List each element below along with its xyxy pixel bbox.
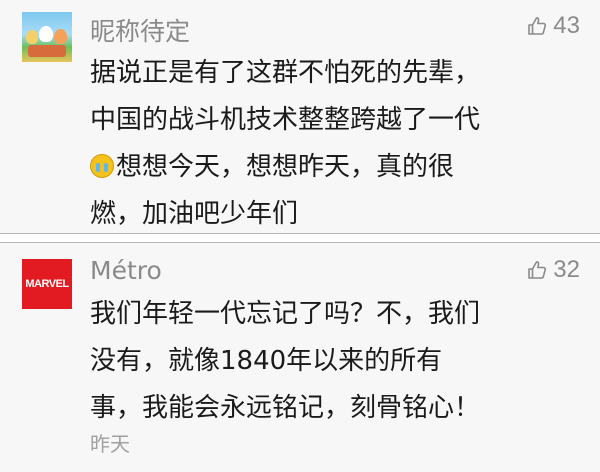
comment-line: 中国的战斗机技术整整跨越了一代 (90, 105, 481, 135)
like-count: 32 (553, 256, 580, 283)
comment-line: 没有，就像1840年以来的所有 (90, 346, 443, 376)
cartoon-avatar-icon (22, 12, 72, 62)
avatar[interactable]: MARVEL (22, 259, 72, 309)
comment-text: 我们年轻一代忘记了吗？不，我们 没有，就像1840年以来的所有 事，我能会永远铭… (90, 291, 580, 432)
thumbs-up-icon (528, 261, 547, 279)
crying-face-emoji (90, 154, 114, 178)
like-count: 43 (553, 12, 580, 39)
thumbs-up-icon (528, 17, 547, 35)
comment-card: 昵称待定 43 据说正是有了这群不怕死的先辈， 中国的战斗机技术整整跨越了一代 … (0, 0, 600, 234)
comment-text: 据说正是有了这群不怕死的先辈， 中国的战斗机技术整整跨越了一代 想想今天，想想昨… (90, 50, 580, 238)
comment-line: 想想今天，想想昨天，真的很 (90, 144, 580, 191)
comment-line: 我们年轻一代忘记了吗？不，我们 (90, 299, 481, 329)
comment-line-text: 想想今天，想想昨天，真的很 (116, 152, 455, 182)
username[interactable]: Métro (90, 256, 162, 285)
comment-line: 事，我能会永远铭记，刻骨铭心！ (90, 393, 481, 423)
avatar[interactable] (22, 12, 72, 62)
like-button[interactable]: 43 (527, 12, 580, 40)
username[interactable]: 昵称待定 (90, 12, 190, 48)
comment-line: 燃，加油吧少年们 (90, 199, 299, 229)
like-button[interactable]: 32 (527, 256, 580, 284)
marvel-logo-icon: MARVEL (22, 259, 72, 309)
timestamp: 昨天 (90, 432, 130, 456)
comment-line: 据说正是有了这群不怕死的先辈， (90, 58, 481, 88)
